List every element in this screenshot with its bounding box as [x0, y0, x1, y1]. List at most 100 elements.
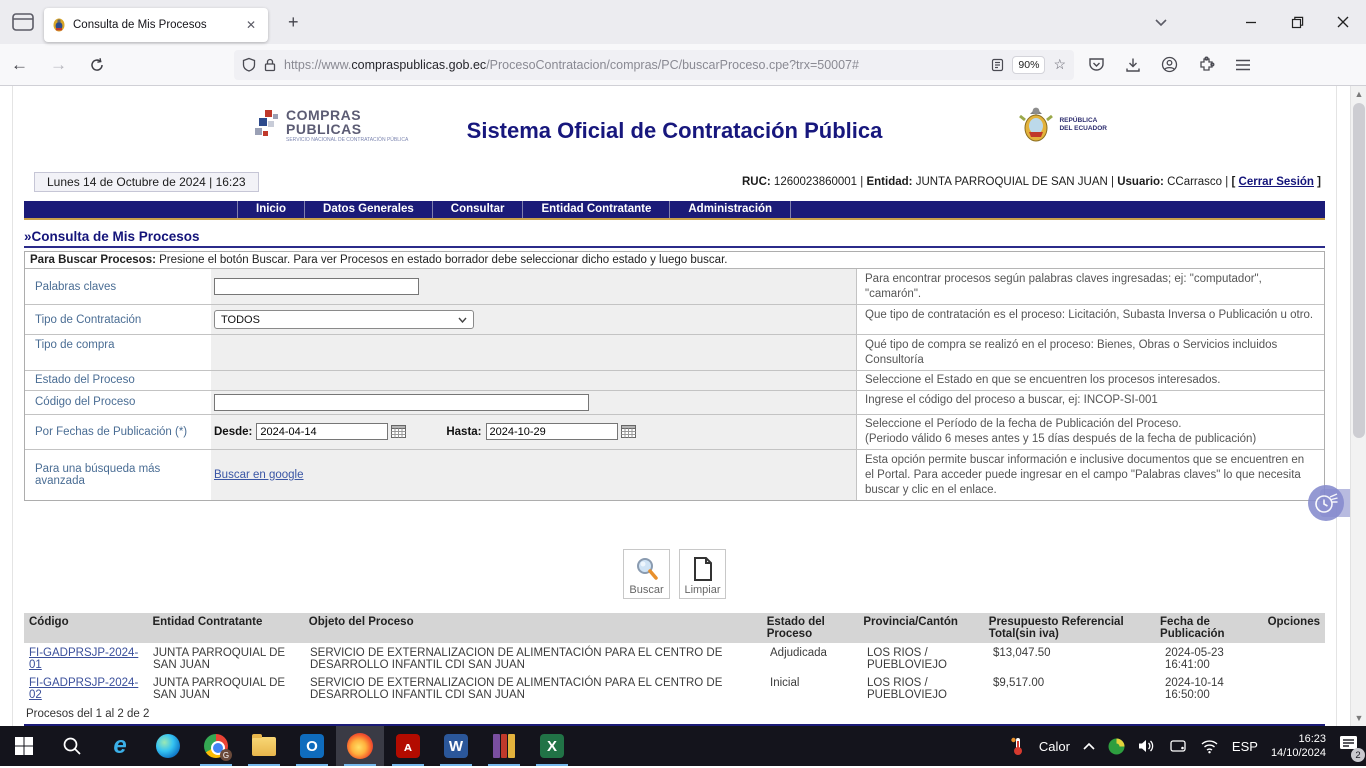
file-explorer-icon — [252, 737, 276, 756]
estado-value: Inicial — [765, 673, 862, 703]
search-icon — [634, 556, 660, 582]
language-indicator[interactable]: ESP — [1232, 739, 1258, 754]
close-window-icon[interactable] — [1320, 0, 1366, 44]
new-tab-button[interactable]: + — [280, 12, 307, 33]
vertical-scrollbar[interactable]: ▲ ▼ — [1350, 86, 1366, 726]
browser-titlebar: Consulta de Mis Procesos ✕ + — [0, 0, 1366, 44]
minimize-icon[interactable] — [1228, 0, 1274, 44]
menu-item-administracion[interactable]: Administración — [669, 201, 791, 218]
page-title: Sistema Oficial de Contratación Pública — [24, 118, 1325, 144]
pocket-icon[interactable] — [1088, 57, 1105, 72]
tipo-contratacion-select[interactable]: TODOS — [214, 310, 474, 329]
scroll-down-icon[interactable]: ▼ — [1351, 713, 1366, 723]
scrollbar-thumb[interactable] — [1353, 103, 1365, 438]
bookmark-star-icon[interactable]: ☆ — [1053, 56, 1066, 73]
taskbar-outlook[interactable]: O — [288, 726, 336, 766]
taskbar-word[interactable]: W — [432, 726, 480, 766]
menu-item-entidad-contratante[interactable]: Entidad Contratante — [522, 201, 669, 218]
taskbar-search-button[interactable] — [48, 726, 96, 766]
weather-text[interactable]: Calor — [1039, 739, 1070, 754]
logout-link[interactable]: Cerrar Sesión — [1239, 176, 1314, 188]
fecha-hasta-input[interactable] — [486, 423, 618, 440]
taskbar-ie[interactable]: e — [96, 726, 144, 766]
floating-clock-widget[interactable] — [1306, 485, 1350, 521]
extensions-icon[interactable] — [1198, 56, 1215, 73]
tab-close-icon[interactable]: ✕ — [242, 17, 260, 33]
reload-icon[interactable] — [78, 57, 116, 73]
calendar-hasta-icon[interactable] — [621, 425, 636, 438]
taskbar-excel[interactable]: X — [528, 726, 576, 766]
status-bar: Lunes 14 de Octubre de 2024 | 16:23 RUC:… — [24, 171, 1325, 193]
start-button[interactable] — [0, 726, 48, 766]
fecha-desde-input[interactable] — [256, 423, 388, 440]
screen: Consulta de Mis Procesos ✕ + ← → https:/… — [0, 0, 1366, 768]
results-table: Código Entidad Contratante Objeto del Pr… — [24, 613, 1325, 724]
lock-icon[interactable] — [264, 58, 276, 72]
taskbar-edge[interactable] — [144, 726, 192, 766]
menu-item-inicio[interactable]: Inicio — [237, 201, 304, 218]
blank-page-icon — [691, 556, 715, 582]
main-menu: Inicio Datos Generales Consultar Entidad… — [24, 201, 1325, 220]
menu-item-consultar[interactable]: Consultar — [432, 201, 523, 218]
back-icon[interactable]: ← — [0, 55, 39, 75]
fechas-publicacion-label: Por Fechas de Publicación (*) — [25, 415, 211, 449]
menu-item-datos-generales[interactable]: Datos Generales — [304, 201, 432, 218]
table-header-row: Código Entidad Contratante Objeto del Pr… — [24, 613, 1325, 643]
scroll-up-icon[interactable]: ▲ — [1351, 89, 1366, 99]
section-heading: »Consulta de Mis Procesos — [24, 229, 1325, 248]
header-objeto: Objeto del Proceso — [304, 613, 762, 643]
zoom-level-badge[interactable]: 90% — [1012, 56, 1045, 74]
codigo-proceso-help: Ingrese el código del proceso a buscar, … — [856, 391, 1324, 414]
windows-start-icon — [14, 736, 34, 756]
taskbar-firefox[interactable] — [336, 726, 384, 766]
forward-icon[interactable]: → — [39, 55, 78, 75]
tray-chevron-icon[interactable] — [1083, 742, 1095, 750]
seal-line1: REPÚBLICA — [1059, 117, 1107, 125]
taskbar-chrome[interactable]: G — [192, 726, 240, 766]
taskbar-winrar[interactable] — [480, 726, 528, 766]
page-viewport: COMPRAS PUBLICAS SERVICIO NACIONAL DE CO… — [0, 86, 1366, 726]
header-opciones: Opciones — [1263, 613, 1325, 643]
volume-icon[interactable] — [1138, 738, 1156, 754]
buscar-button[interactable]: Buscar — [623, 549, 670, 599]
proceso-codigo-link[interactable]: FI-GADPRSJP-2024-01 — [29, 647, 138, 671]
google-search-link[interactable]: Buscar en google — [214, 469, 304, 481]
tipo-compra-help: Qué tipo de compra se realizó en el proc… — [856, 335, 1324, 370]
outlook-icon: O — [300, 734, 324, 758]
url-text[interactable]: https://www.compraspublicas.gob.ec/Proce… — [284, 58, 983, 72]
tipo-compra-label: Tipo de compra — [25, 335, 211, 370]
estado-proceso-label: Estado del Proceso — [25, 371, 211, 390]
edge-icon — [156, 734, 180, 758]
proceso-codigo-link[interactable]: FI-GADPRSJP-2024-02 — [29, 677, 138, 701]
chrome-icon: G — [204, 734, 228, 758]
header-presupuesto: Presupuesto Referencial Total(sin iva) — [984, 613, 1155, 643]
firefox-view-icon[interactable] — [10, 11, 36, 33]
keywords-input[interactable] — [214, 278, 419, 295]
account-icon[interactable] — [1161, 56, 1178, 73]
browser-tab[interactable]: Consulta de Mis Procesos ✕ — [44, 8, 268, 42]
codigo-proceso-input[interactable] — [214, 394, 589, 411]
header-provincia: Provincia/Cantón — [858, 613, 983, 643]
antivirus-icon[interactable] — [1108, 738, 1125, 755]
taskbar-explorer[interactable] — [240, 726, 288, 766]
calendar-desde-icon[interactable] — [391, 425, 406, 438]
estado-proceso-area — [211, 371, 856, 390]
wifi-icon[interactable] — [1200, 739, 1219, 754]
downloads-icon[interactable] — [1125, 57, 1141, 73]
display-connect-icon[interactable] — [1169, 739, 1187, 754]
taskbar-acrobat[interactable]: ᴀ — [384, 726, 432, 766]
notification-center-button[interactable]: 2 — [1339, 735, 1358, 757]
url-bar[interactable]: https://www.compraspublicas.gob.ec/Proce… — [234, 50, 1074, 80]
restore-icon[interactable] — [1274, 0, 1320, 44]
pagination-text: Procesos del 1 al 2 de 2 — [24, 703, 1325, 724]
menu-hamburger-icon[interactable] — [1235, 58, 1251, 72]
header-estado: Estado del Proceso — [762, 613, 859, 643]
tracking-shield-icon[interactable] — [242, 57, 256, 72]
reader-mode-icon[interactable] — [991, 58, 1004, 72]
limpiar-button[interactable]: Limpiar — [679, 549, 726, 599]
tab-list-chevron-icon[interactable] — [1154, 17, 1168, 27]
table-row: FI-GADPRSJP-2024-02 JUNTA PARROQUIAL DE … — [24, 673, 1325, 703]
entidad-value: JUNTA PARROQUIAL DE SAN JUAN — [916, 176, 1108, 188]
busqueda-avanzada-help: Esta opción permite buscar información e… — [856, 450, 1324, 500]
tray-clock[interactable]: 16:23 14/10/2024 — [1271, 732, 1326, 761]
